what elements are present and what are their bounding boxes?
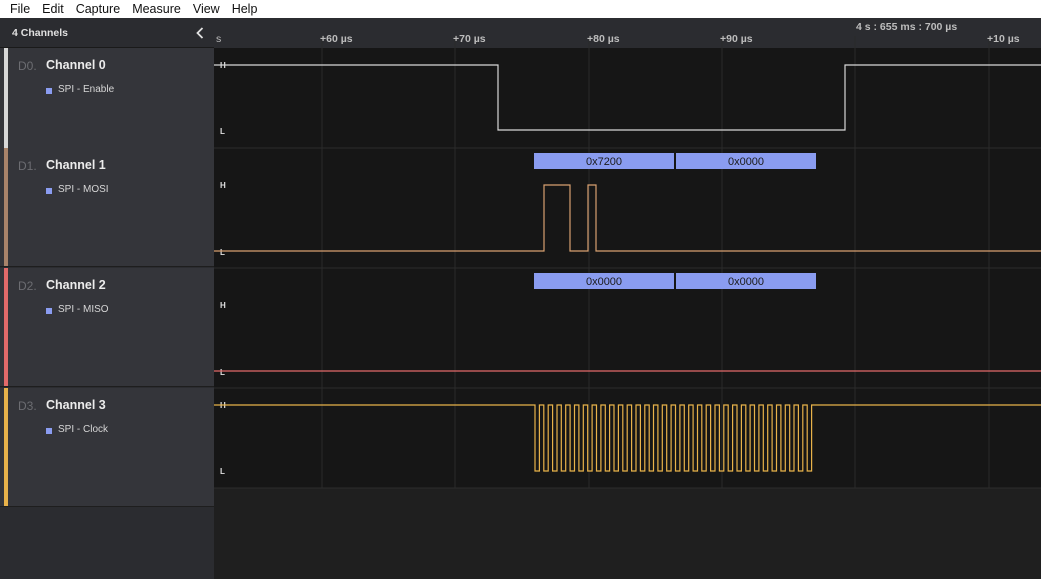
channel-row-2[interactable]: D2. Channel 2 SPI - MISO <box>0 268 214 387</box>
menu-help[interactable]: Help <box>226 0 264 18</box>
channel-color-3 <box>4 388 8 506</box>
decoded-value-mosi: 0x7200 <box>586 156 622 168</box>
time-tick-label: +60 µs <box>320 33 353 45</box>
time-tick-label: +80 µs <box>587 33 620 45</box>
analyzer-label: SPI - Enable <box>58 84 115 95</box>
menu-capture[interactable]: Capture <box>70 0 126 18</box>
menu-edit[interactable]: Edit <box>36 0 70 18</box>
square-dot-icon <box>46 428 52 434</box>
analyzer-label: SPI - MISO <box>58 304 109 315</box>
low-level-label: L <box>220 368 225 377</box>
reference-time-label: 4 s : 655 ms : 700 µs <box>856 21 957 33</box>
sidebar-header: 4 Channels <box>0 18 214 48</box>
decoded-value-miso: 0x0000 <box>586 276 622 288</box>
low-level-label: L <box>220 127 225 136</box>
channel-id: D2. <box>18 279 37 293</box>
decoded-value-miso: 0x0000 <box>728 276 764 288</box>
high-level-label: H <box>220 181 226 190</box>
time-tick-label: +70 µs <box>453 33 486 45</box>
square-dot-icon <box>46 188 52 194</box>
channel-id: D0. <box>18 59 37 73</box>
menu-measure[interactable]: Measure <box>126 0 187 18</box>
menu-bar: File Edit Capture Measure View Help <box>0 0 1041 18</box>
menu-view[interactable]: View <box>187 0 226 18</box>
time-tick-label: +10 µs <box>987 33 1020 45</box>
channel-row-1[interactable]: D1. Channel 1 SPI - MOSI <box>0 148 214 267</box>
channel-id: D3. <box>18 399 37 413</box>
channel-name[interactable]: Channel 3 <box>46 398 106 412</box>
channel-name[interactable]: Channel 1 <box>46 158 106 172</box>
low-level-label: L <box>220 467 225 476</box>
menu-file[interactable]: File <box>4 0 36 18</box>
channel-id: D1. <box>18 159 37 173</box>
square-dot-icon <box>46 88 52 94</box>
analyzer-label: SPI - MOSI <box>58 184 109 195</box>
channel-sidebar: 4 Channels D0. Channel 0 SPI - Enable D1… <box>0 18 214 579</box>
channel-color-2 <box>4 268 8 386</box>
partial-time-label: s <box>216 33 221 45</box>
square-dot-icon <box>46 308 52 314</box>
analyzer-label: SPI - Clock <box>58 424 109 435</box>
high-level-label: H <box>220 301 226 310</box>
low-level-label: L <box>220 248 225 257</box>
decoded-value-mosi: 0x0000 <box>728 156 764 168</box>
waveform-view[interactable]: s +60 µs +70 µs +80 µs +90 µs +10 µs 4 s… <box>214 18 1041 579</box>
channel-row-3[interactable]: D3. Channel 3 SPI - Clock <box>0 388 214 507</box>
channel-count-label: 4 Channels <box>12 26 69 39</box>
channel-name[interactable]: Channel 0 <box>46 58 106 72</box>
time-tick-label: +90 µs <box>720 33 753 45</box>
channel-color-1 <box>4 148 8 266</box>
channel-name[interactable]: Channel 2 <box>46 278 106 292</box>
chevron-left-icon[interactable] <box>194 26 206 40</box>
